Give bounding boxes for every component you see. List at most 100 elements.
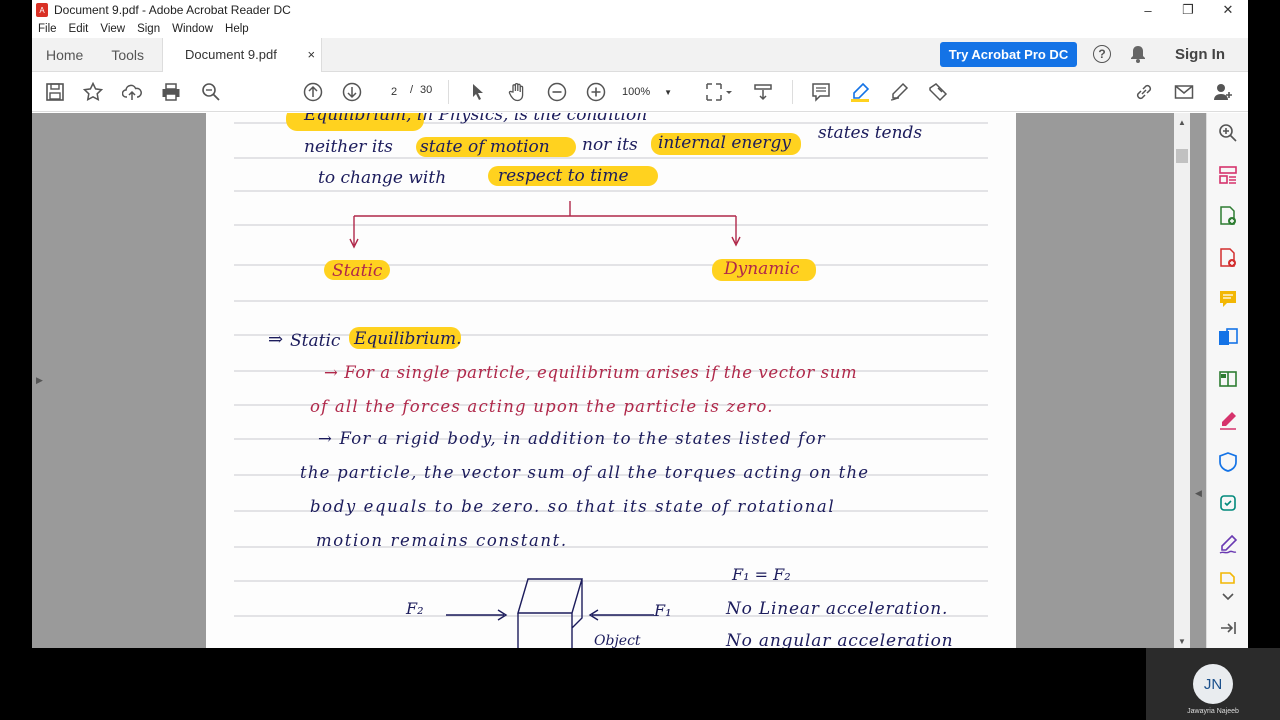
menu-bar: File Edit View Sign Window Help bbox=[32, 20, 255, 38]
heading-equilibrium: Equilibrium. bbox=[354, 329, 462, 349]
comment-icon[interactable] bbox=[810, 82, 832, 102]
toolbar-divider bbox=[792, 80, 793, 104]
menu-edit[interactable]: Edit bbox=[69, 23, 89, 35]
pdf-page: Equilibrium, in Physics, is the conditio… bbox=[206, 113, 1016, 648]
acrobat-pdf-icon: A bbox=[36, 3, 48, 17]
try-acrobat-pro-button[interactable]: Try Acrobat Pro DC bbox=[940, 42, 1077, 67]
no-angular-acceleration: No angular acceleration bbox=[726, 631, 954, 648]
particle-line-1: → For a single particle, equilibrium ari… bbox=[324, 363, 858, 382]
edit-pdf-icon[interactable] bbox=[1218, 369, 1238, 389]
expand-more-chevron-icon[interactable] bbox=[1218, 587, 1238, 607]
handwriting-line-2-c: nor its bbox=[582, 135, 638, 155]
select-cursor-icon[interactable] bbox=[467, 82, 489, 102]
request-signature-icon[interactable] bbox=[1218, 534, 1238, 554]
left-panel-toggle-icon[interactable]: ▶ bbox=[36, 375, 43, 386]
menu-view[interactable]: View bbox=[100, 23, 125, 35]
zoom-level-select[interactable]: 100% ▼ bbox=[622, 82, 682, 102]
email-icon[interactable] bbox=[1173, 82, 1195, 102]
handwriting-line-2-a: neither its bbox=[304, 137, 393, 157]
comment-tool-icon[interactable] bbox=[1218, 289, 1238, 309]
rigid-body-line-1: → For a rigid body, in addition to the s… bbox=[318, 429, 826, 448]
zoom-level: 100% bbox=[622, 86, 651, 98]
rigid-body-line-2: the particle, the vector sum of all the … bbox=[300, 463, 870, 482]
tab-document-label: Document 9.pdf bbox=[185, 47, 277, 62]
next-page-icon[interactable] bbox=[341, 82, 363, 102]
participant-name: Jawayria Najeeb bbox=[1187, 708, 1239, 715]
heading-static: Static bbox=[290, 331, 341, 351]
rigid-body-line-4: motion remains constant. bbox=[316, 531, 568, 550]
organize-pages-icon[interactable] bbox=[1218, 165, 1238, 185]
protect-shield-icon[interactable] bbox=[1218, 452, 1238, 472]
menu-file[interactable]: File bbox=[38, 23, 57, 35]
object-label: Object bbox=[594, 633, 641, 648]
zoom-tool-icon[interactable] bbox=[1218, 123, 1238, 143]
fill-sign-icon[interactable] bbox=[927, 82, 949, 102]
chevron-down-icon: ▼ bbox=[664, 87, 673, 97]
bookmark-star-icon[interactable] bbox=[82, 82, 104, 102]
notification-bell-icon[interactable] bbox=[1130, 45, 1146, 63]
scroll-up-icon[interactable]: ▲ bbox=[1174, 115, 1190, 129]
handwriting-line-2-d: internal energy bbox=[658, 133, 792, 153]
acrobat-window: A Document 9.pdf - Adobe Acrobat Reader … bbox=[32, 0, 1248, 648]
title-bar: A Document 9.pdf - Adobe Acrobat Reader … bbox=[32, 0, 1248, 20]
hand-tool-icon[interactable] bbox=[506, 82, 528, 102]
minimize-button[interactable]: – bbox=[1128, 0, 1168, 20]
window-title: Document 9.pdf - Adobe Acrobat Reader DC bbox=[54, 3, 291, 17]
menu-sign[interactable]: Sign bbox=[137, 23, 160, 35]
force-f1-label: F₁ bbox=[654, 601, 672, 620]
rigid-body-line-3: body equals to be zero. so that its stat… bbox=[310, 497, 836, 516]
share-link-icon[interactable] bbox=[1133, 82, 1155, 102]
scroll-thumb[interactable] bbox=[1176, 149, 1188, 163]
save-icon[interactable] bbox=[44, 82, 66, 102]
page-number-input[interactable]: 2 bbox=[382, 82, 406, 102]
right-panel-collapse-icon[interactable]: ◀ bbox=[1195, 488, 1202, 499]
print-icon[interactable] bbox=[160, 82, 182, 102]
collapse-panel-icon[interactable] bbox=[1218, 618, 1238, 638]
document-viewport[interactable]: ▶ Equilibrium, in Physics, is the condit… bbox=[32, 113, 1206, 648]
page-separator: / bbox=[410, 84, 414, 96]
force-f2-label: F₂ bbox=[406, 599, 424, 618]
tab-document[interactable]: Document 9.pdf × bbox=[162, 37, 323, 72]
send-for-review-icon[interactable] bbox=[1218, 493, 1238, 513]
avatar: JN bbox=[1193, 664, 1233, 704]
toolbar-divider bbox=[448, 80, 449, 104]
handwriting-line-3-a: to change with bbox=[318, 168, 447, 188]
combine-files-icon[interactable] bbox=[1218, 328, 1238, 348]
handwriting-line-1: Equilibrium, in Physics, is the conditio… bbox=[304, 113, 648, 125]
cloud-upload-icon[interactable] bbox=[121, 82, 143, 102]
restore-button[interactable]: ❐ bbox=[1168, 0, 1208, 20]
handwriting-dynamic: Dynamic bbox=[724, 259, 800, 279]
right-tools-panel bbox=[1206, 113, 1248, 648]
help-icon[interactable]: ? bbox=[1093, 45, 1111, 63]
add-user-icon[interactable] bbox=[1212, 82, 1234, 102]
page-fit-icon[interactable] bbox=[704, 82, 734, 102]
zoom-search-icon[interactable] bbox=[200, 82, 222, 102]
handwriting-line-3-b: respect to time bbox=[498, 166, 629, 186]
tab-home[interactable]: Home bbox=[32, 38, 97, 72]
export-pdf-icon[interactable] bbox=[1218, 206, 1238, 226]
tab-tools[interactable]: Tools bbox=[97, 38, 158, 72]
menu-window[interactable]: Window bbox=[172, 23, 213, 35]
window-controls: – ❐ ✕ bbox=[1128, 0, 1248, 20]
close-window-button[interactable]: ✕ bbox=[1208, 0, 1248, 20]
fill-and-sign-icon[interactable] bbox=[1218, 410, 1238, 430]
vertical-scrollbar[interactable]: ▲ ▼ bbox=[1174, 113, 1190, 648]
scroll-mode-icon[interactable] bbox=[752, 82, 774, 102]
scroll-down-icon[interactable]: ▼ bbox=[1174, 634, 1190, 648]
highlighter-icon[interactable] bbox=[849, 82, 871, 102]
create-pdf-icon[interactable] bbox=[1218, 248, 1238, 268]
zoom-in-icon[interactable] bbox=[585, 82, 607, 102]
handwriting-line-2-b: state of motion bbox=[420, 137, 550, 157]
webcam-tile: JN Jawayria Najeeb bbox=[1146, 648, 1280, 720]
heading-arrow: ⇒ bbox=[268, 329, 284, 350]
particle-line-2: of all the forces acting upon the partic… bbox=[310, 397, 774, 416]
page-total: 30 bbox=[420, 84, 433, 96]
handwriting-static: Static bbox=[332, 261, 383, 281]
zoom-out-icon[interactable] bbox=[546, 82, 568, 102]
sign-in-button[interactable]: Sign In bbox=[1175, 46, 1225, 63]
draw-pen-icon[interactable] bbox=[888, 82, 910, 102]
menu-help[interactable]: Help bbox=[225, 23, 249, 35]
tab-close-icon[interactable]: × bbox=[307, 47, 315, 62]
handwriting-line-2-e: states tends bbox=[818, 123, 923, 143]
previous-page-icon[interactable] bbox=[302, 82, 324, 102]
